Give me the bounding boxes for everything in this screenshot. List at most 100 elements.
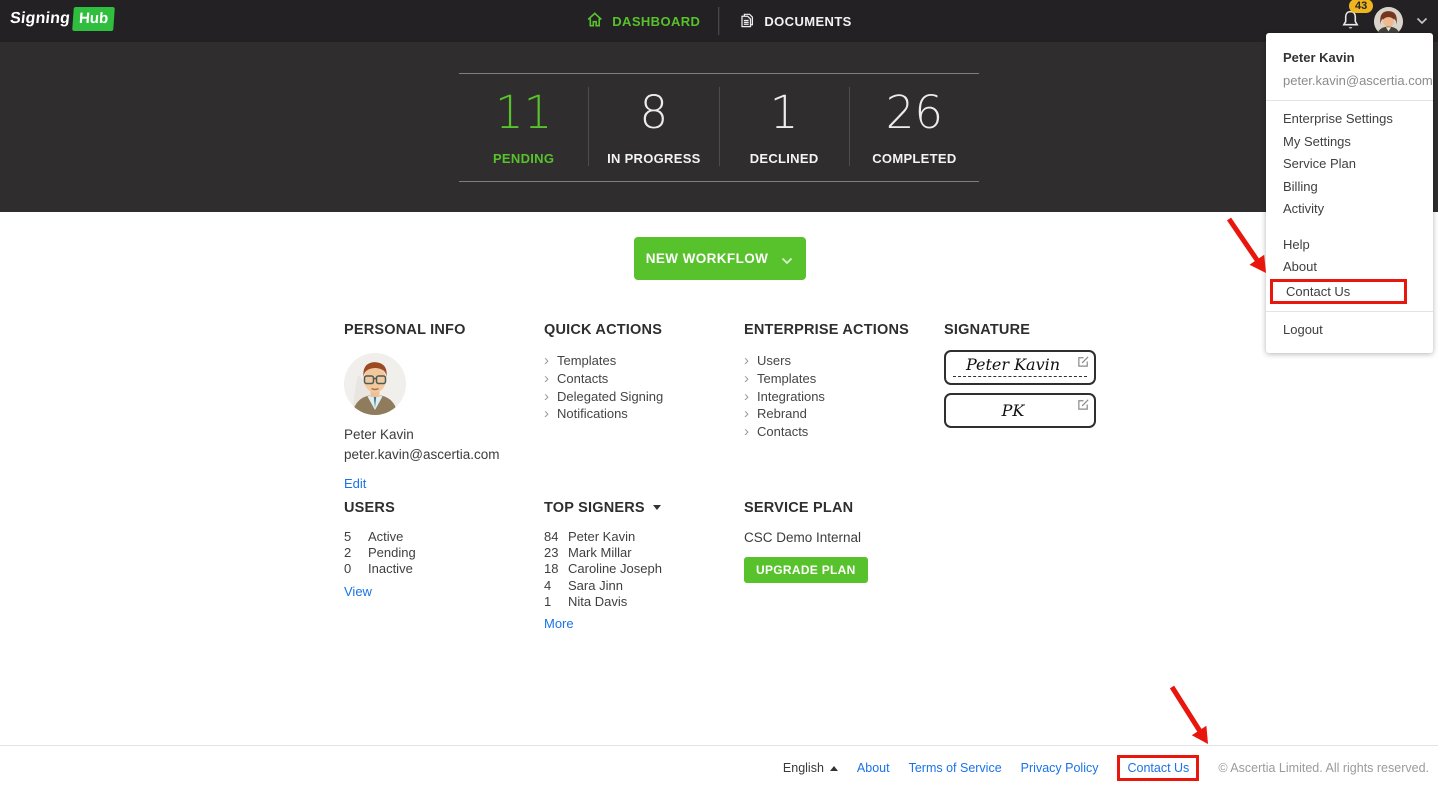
signer-count: 4 (544, 577, 552, 593)
stat-pending-label: PENDING (492, 150, 555, 166)
service-plan-title: SERVICE PLAN (744, 500, 854, 516)
stat-in-progress-label: IN PROGRESS (607, 150, 701, 166)
quick-actions-section: QUICK ACTIONS › Templates › Contacts › Dele… (544, 322, 739, 423)
quick-action-label: Templates (557, 353, 617, 369)
menu-item-billing[interactable]: Billing (1266, 176, 1433, 199)
profile-email: peter.kavin@ascertia.com (344, 447, 500, 462)
signer-count: 84 (544, 529, 559, 544)
enterprise-actions-title: ENTERPRISE ACTIONS (744, 322, 909, 338)
view-users-link[interactable]: View (344, 584, 372, 599)
menu-item-my-settings[interactable]: My Settings (1266, 131, 1433, 154)
documents-icon (737, 11, 755, 32)
edit-profile-link[interactable]: Edit (344, 476, 366, 491)
quick-action-contacts[interactable]: › Contacts (544, 370, 739, 388)
language-selector[interactable]: English (783, 761, 838, 775)
menu-item-service-plan[interactable]: Service Plan (1266, 153, 1433, 176)
signature-title: SIGNATURE (944, 322, 1031, 338)
menu-item-contact-us[interactable]: Contact Us (1270, 278, 1407, 304)
stat-pending-value: 11 (494, 86, 553, 139)
footer: English About Terms of Service Privacy P… (783, 755, 1429, 781)
enterprise-action-integrations[interactable]: › Integrations (744, 387, 939, 405)
annotation-arrow-menu-contact-us (1226, 217, 1266, 273)
chevron-right-icon: › (744, 405, 749, 423)
menu-user-email: peter.kavin@ascertia.com (1283, 73, 1433, 88)
stat-pending[interactable]: 11 PENDING (459, 87, 588, 166)
menu-item-about[interactable]: About (1266, 256, 1433, 279)
enterprise-action-label: Users (757, 353, 791, 369)
annotation-box-footer-contact-us: Contact Us (1117, 755, 1200, 781)
signer-name: Mark Millar (568, 545, 632, 561)
workflow-chevron-down-icon[interactable] (781, 253, 793, 268)
signer-count: 18 (544, 561, 559, 577)
footer-link-terms-of-service[interactable]: Terms of Service (909, 761, 1002, 775)
upgrade-plan-button[interactable]: UPGRADE PLAN (744, 557, 868, 583)
quick-actions-title: QUICK ACTIONS (544, 322, 663, 338)
chevron-right-icon: › (744, 370, 749, 388)
stat-in-progress[interactable]: 8 IN PROGRESS (588, 87, 718, 166)
users-title: USERS (344, 500, 395, 516)
stat-declined-value: 1 (769, 86, 799, 139)
signinghub-dashboard: Signing Hub DASHBOARD DOCUMENTS 43 11 PE… (0, 0, 1438, 785)
users-active-count: 5 (344, 529, 352, 544)
top-signers-title: TOP SIGNERS (544, 500, 739, 516)
chevron-right-icon: › (744, 423, 749, 441)
user-avatar[interactable] (1374, 6, 1403, 36)
top-signers-sort-caret-icon[interactable] (652, 505, 661, 510)
top-signer-row: 23 Mark Millar (544, 545, 739, 561)
users-pending-count: 2 (344, 545, 352, 561)
top-signer-row: 18 Caroline Joseph (544, 561, 739, 577)
stat-completed-label: COMPLETED (872, 150, 957, 166)
top-signer-row: 84 Peter Kavin (544, 529, 739, 545)
edit-signature-icon[interactable] (1077, 355, 1090, 373)
footer-link-contact-us[interactable]: Contact Us (1127, 761, 1189, 775)
logo-text-hub: Hub (72, 7, 116, 31)
quick-action-templates[interactable]: › Templates (544, 352, 739, 370)
initials-handwriting: PK (1001, 401, 1025, 420)
signature-dashed-line (953, 376, 1087, 377)
chevron-right-icon: › (544, 370, 549, 388)
signer-name: Nita Davis (568, 593, 628, 609)
menu-item-logout[interactable]: Logout (1266, 319, 1433, 342)
menu-item-enterprise-settings[interactable]: Enterprise Settings (1266, 108, 1433, 131)
top-signer-row: 1 Nita Davis (544, 594, 739, 610)
top-signers-title-text: TOP SIGNERS (544, 500, 645, 516)
new-workflow-button[interactable]: NEW WORKFLOW (634, 237, 806, 280)
signinghub-logo[interactable]: Signing Hub (9, 7, 116, 31)
quick-action-delegated-signing[interactable]: › Delegated Signing (544, 387, 739, 405)
edit-initials-icon[interactable] (1077, 398, 1090, 416)
menu-divider (1266, 100, 1433, 101)
nav-documents[interactable]: DOCUMENTS (737, 11, 851, 32)
stat-declined-label: DECLINED (749, 150, 819, 166)
profile-name: Peter Kavin (344, 427, 414, 442)
signature-preview: Peter Kavin (944, 350, 1096, 385)
quick-action-label: Contacts (557, 371, 609, 387)
account-dropdown-menu: Peter Kavin peter.kavin@ascertia.com Ent… (1266, 33, 1433, 353)
footer-divider (0, 745, 1438, 746)
chevron-right-icon: › (544, 405, 549, 423)
users-active-label: Active (368, 529, 404, 544)
stat-completed[interactable]: 26 COMPLETED (848, 87, 979, 166)
stat-declined[interactable]: 1 DECLINED (718, 86, 849, 166)
stat-in-progress-value: 8 (639, 86, 669, 139)
enterprise-action-users[interactable]: › Users (744, 352, 939, 370)
menu-item-help[interactable]: Help (1266, 234, 1433, 257)
menu-item-activity[interactable]: Activity (1266, 198, 1433, 221)
enterprise-action-templates[interactable]: › Templates (744, 370, 939, 388)
signer-name: Sara Jinn (568, 577, 623, 593)
quick-action-notifications[interactable]: › Notifications (544, 405, 739, 423)
footer-link-privacy-policy[interactable]: Privacy Policy (1021, 761, 1099, 775)
enterprise-action-label: Integrations (757, 388, 825, 404)
quick-action-label: Delegated Signing (557, 388, 664, 404)
footer-link-about[interactable]: About (857, 761, 890, 775)
more-signers-link[interactable]: More (544, 616, 574, 631)
account-menu-chevron[interactable] (1416, 17, 1428, 25)
notifications-button[interactable]: 43 (1340, 0, 1374, 37)
copyright-text: © Ascertia Limited. All rights reserved. (1218, 761, 1429, 775)
users-row-inactive: 0 Inactive (344, 561, 539, 577)
enterprise-action-rebrand[interactable]: › Rebrand (744, 405, 939, 423)
chevron-right-icon: › (544, 387, 549, 405)
nav-dashboard[interactable]: DASHBOARD (586, 11, 700, 31)
enterprise-action-contacts[interactable]: › Contacts (744, 423, 939, 441)
signer-count: 23 (544, 545, 559, 561)
caret-up-icon (829, 765, 838, 771)
